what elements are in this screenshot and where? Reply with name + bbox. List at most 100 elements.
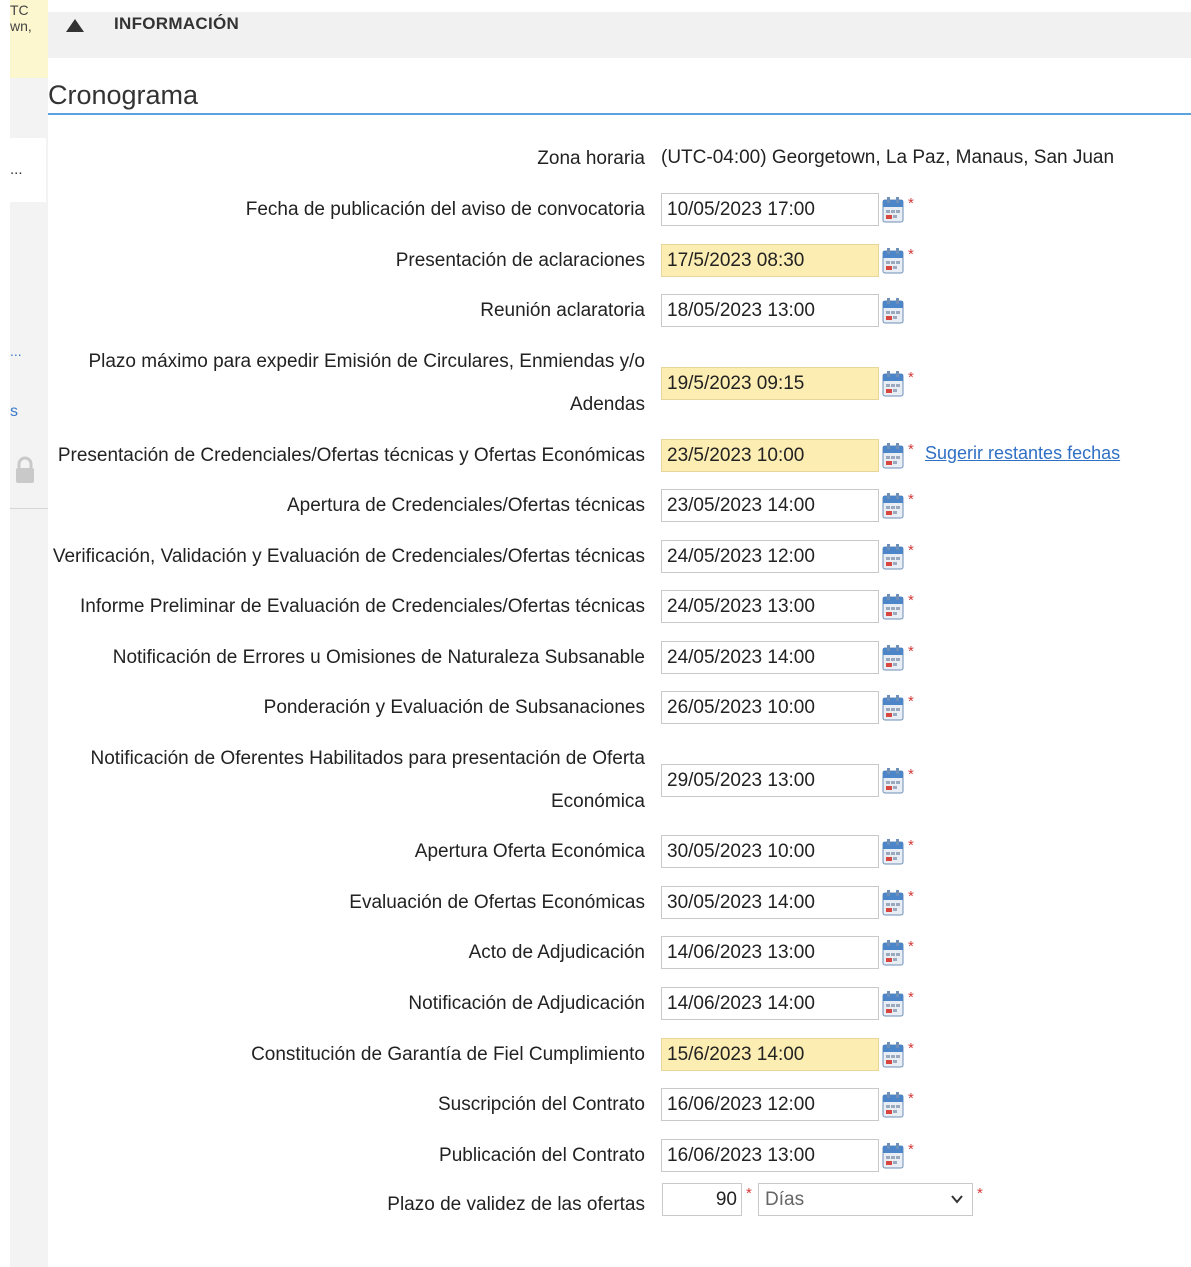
chevron-down-icon	[951, 1195, 963, 1204]
schedule-label: Plazo máximo para expedir Emisión de Cir…	[88, 340, 645, 426]
schedule-row: Fecha de publicación del aviso de convoc…	[0, 188, 1191, 231]
schedule-date-input[interactable]	[661, 764, 879, 797]
required-marker: *	[908, 592, 914, 609]
schedule-label-line: Plazo máximo para expedir Emisión de Cir…	[88, 351, 645, 372]
schedule-date-input[interactable]	[661, 641, 879, 674]
calendar-icon[interactable]	[882, 248, 904, 274]
schedule-label: Constitución de Garantía de Fiel Cumplim…	[251, 1044, 645, 1065]
required-marker: *	[908, 1090, 914, 1107]
schedule-date-input[interactable]	[661, 367, 879, 400]
calendar-icon[interactable]	[882, 371, 904, 397]
schedule-label: Fecha de publicación del aviso de convoc…	[245, 199, 645, 220]
schedule-row: Verificación, Validación y Evaluación de…	[0, 535, 1191, 578]
schedule-date-input[interactable]	[661, 1139, 879, 1172]
calendar-icon[interactable]	[882, 594, 904, 620]
calendar-icon[interactable]	[882, 839, 904, 865]
schedule-row: Suscripción del Contrato *	[0, 1083, 1191, 1126]
schedule-label: Notificación de Adjudicación	[408, 993, 645, 1014]
required-marker: *	[908, 837, 914, 854]
calendar-icon[interactable]	[882, 1042, 904, 1068]
schedule-date-input[interactable]	[661, 835, 879, 868]
required-marker: *	[908, 693, 914, 710]
schedule-date-input[interactable]	[661, 987, 879, 1020]
schedule-date-input[interactable]	[661, 489, 879, 522]
schedule-row: Presentación de Credenciales/Ofertas téc…	[0, 434, 1191, 477]
calendar-icon[interactable]	[882, 768, 904, 794]
schedule-row: Presentación de aclaraciones *	[0, 239, 1191, 282]
calendar-icon[interactable]	[882, 197, 904, 223]
schedule-label-line: Económica	[551, 791, 645, 812]
validity-unit-select[interactable]: Días	[758, 1183, 973, 1216]
schedule-date-input[interactable]	[661, 936, 879, 969]
schedule-row: Apertura de Credenciales/Ofertas técnica…	[0, 484, 1191, 527]
schedule-label: Apertura de Credenciales/Ofertas técnica…	[286, 495, 645, 516]
section-header[interactable]: INFORMACIÓN	[48, 12, 1191, 58]
calendar-icon[interactable]	[882, 645, 904, 671]
schedule-date-input[interactable]	[661, 294, 879, 327]
required-marker: *	[908, 938, 914, 955]
schedule-label: Verificación, Validación y Evaluación de…	[52, 546, 645, 567]
schedule-row: Publicación del Contrato *	[0, 1134, 1191, 1177]
schedule-label: Evaluación de Ofertas Económicas	[349, 892, 645, 913]
calendar-icon[interactable]	[882, 298, 904, 324]
calendar-icon[interactable]	[882, 695, 904, 721]
schedule-row: Plazo máximo para expedir Emisión de Cir…	[0, 340, 1191, 426]
suggest-dates-link[interactable]: Sugerir restantes fechas	[925, 443, 1120, 464]
calendar-icon[interactable]	[882, 890, 904, 916]
schedule-label-line: Notificación de Oferentes Habilitados pa…	[90, 748, 645, 769]
calendar-icon[interactable]	[882, 493, 904, 519]
timezone-value: (UTC-04:00) Georgetown, La Paz, Manaus, …	[661, 147, 1115, 168]
schedule-label: Informe Preliminar de Evaluación de Cred…	[80, 596, 645, 617]
required-marker: *	[908, 246, 914, 263]
schedule-date-input[interactable]	[661, 691, 879, 724]
calendar-icon[interactable]	[882, 544, 904, 570]
schedule-row: Notificación de Oferentes Habilitados pa…	[0, 737, 1191, 823]
schedule-label-line: Adendas	[569, 394, 645, 415]
calendar-icon[interactable]	[882, 991, 904, 1017]
left-notice-box: TC wn,	[10, 0, 48, 78]
schedule-label: Ponderación y Evaluación de Subsanacione…	[263, 697, 645, 718]
required-marker: *	[908, 195, 914, 212]
schedule-date-input[interactable]	[661, 1088, 879, 1121]
required-marker: *	[908, 888, 914, 905]
required-marker: *	[908, 1040, 914, 1057]
required-marker: *	[908, 542, 914, 559]
schedule-row: Reunión aclaratoria	[0, 289, 1191, 332]
validity-days-input[interactable]	[662, 1183, 742, 1216]
validity-label: Plazo de validez de las ofertas	[387, 1194, 645, 1215]
schedule-label: Presentación de Credenciales/Ofertas téc…	[57, 445, 645, 466]
schedule-date-input[interactable]	[661, 886, 879, 919]
left-notice-line: TC	[10, 2, 29, 18]
schedule-label: Notificación de Oferentes Habilitados pa…	[91, 737, 645, 823]
left-notice-line: wn,	[10, 18, 32, 34]
calendar-icon[interactable]	[882, 1092, 904, 1118]
schedule-date-input[interactable]	[661, 439, 879, 472]
schedule-date-input[interactable]	[661, 590, 879, 623]
calendar-icon[interactable]	[882, 940, 904, 966]
schedule-date-input[interactable]	[661, 244, 879, 277]
validity-unit-value: Días	[765, 1189, 805, 1210]
schedule-label: Apertura Oferta Económica	[414, 841, 645, 862]
required-marker: *	[908, 369, 914, 386]
schedule-date-input[interactable]	[661, 193, 879, 226]
page-title: Cronograma	[48, 80, 199, 110]
schedule-date-input[interactable]	[661, 1038, 879, 1071]
schedule-label: Reunión aclaratoria	[480, 300, 645, 321]
required-marker: *	[908, 441, 914, 458]
schedule-label: Presentación de aclaraciones	[395, 250, 645, 271]
schedule-row: Ponderación y Evaluación de Subsanacione…	[0, 686, 1191, 729]
required-marker: *	[977, 1185, 983, 1202]
required-marker: *	[908, 1141, 914, 1158]
required-marker: *	[908, 989, 914, 1006]
schedule-label: Publicación del Contrato	[439, 1145, 645, 1166]
required-marker: *	[908, 643, 914, 660]
schedule-row: Informe Preliminar de Evaluación de Cred…	[0, 585, 1191, 628]
collapse-triangle-icon[interactable]	[66, 19, 84, 32]
schedule-label: Acto de Adjudicación	[468, 942, 645, 963]
schedule-row: Apertura Oferta Económica *	[0, 830, 1191, 873]
schedule-date-input[interactable]	[661, 540, 879, 573]
schedule-row: Constitución de Garantía de Fiel Cumplim…	[0, 1033, 1191, 1076]
schedule-row: Notificación de Adjudicación *	[0, 982, 1191, 1025]
calendar-icon[interactable]	[882, 443, 904, 469]
calendar-icon[interactable]	[882, 1143, 904, 1169]
